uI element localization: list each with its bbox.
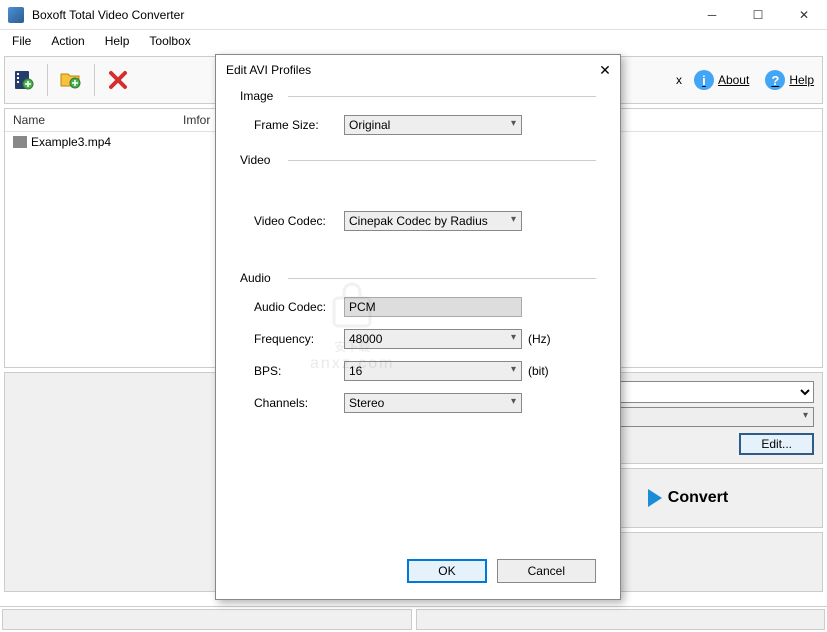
- help-button[interactable]: ? Help: [761, 68, 818, 92]
- channels-select[interactable]: Stereo: [344, 393, 522, 413]
- folder-add-icon: [59, 68, 83, 92]
- delete-x-icon: [107, 69, 129, 91]
- menu-action[interactable]: Action: [43, 32, 92, 50]
- about-button[interactable]: i About: [690, 68, 753, 92]
- status-cell: [416, 609, 826, 630]
- toolbar-separator: [47, 64, 48, 96]
- help-icon: ?: [765, 70, 785, 90]
- bit-unit: (bit): [528, 364, 549, 378]
- frequency-select[interactable]: 48000: [344, 329, 522, 349]
- add-file-button[interactable]: [9, 65, 39, 95]
- section-audio: Audio: [240, 271, 596, 285]
- window-title: Boxoft Total Video Converter: [32, 8, 184, 22]
- column-info[interactable]: Imfor: [175, 109, 219, 131]
- column-name[interactable]: Name: [5, 109, 175, 131]
- film-add-icon: [12, 68, 36, 92]
- menubar: File Action Help Toolbox: [0, 30, 827, 52]
- info-icon: i: [694, 70, 714, 90]
- frequency-label: Frequency:: [254, 332, 344, 346]
- status-cell: [2, 609, 412, 630]
- file-name: Example3.mp4: [31, 135, 111, 149]
- audio-codec-label: Audio Codec:: [254, 300, 344, 314]
- channels-label: Channels:: [254, 396, 344, 410]
- delete-button[interactable]: [103, 65, 133, 95]
- convert-label: Convert: [668, 489, 728, 507]
- app-icon: [8, 7, 24, 23]
- ok-button[interactable]: OK: [407, 559, 486, 583]
- edit-profile-button[interactable]: Edit...: [739, 433, 814, 455]
- video-file-icon: [13, 136, 27, 148]
- menu-help[interactable]: Help: [97, 32, 138, 50]
- edit-profile-dialog: Edit AVI Profiles ✕ Image Frame Size: Or…: [215, 54, 621, 600]
- close-button[interactable]: ✕: [781, 0, 827, 30]
- play-icon: [648, 489, 662, 507]
- bps-label: BPS:: [254, 364, 344, 378]
- section-image: Image: [240, 89, 596, 103]
- dialog-close-button[interactable]: ✕: [596, 61, 614, 79]
- hz-unit: (Hz): [528, 332, 551, 346]
- titlebar: Boxoft Total Video Converter ─ ☐ ✕: [0, 0, 827, 30]
- frame-size-select[interactable]: Original: [344, 115, 522, 135]
- frame-size-label: Frame Size:: [254, 118, 344, 132]
- help-label: Help: [789, 73, 814, 87]
- bps-select[interactable]: 16: [344, 361, 522, 381]
- cancel-button[interactable]: Cancel: [497, 559, 596, 583]
- dialog-title: Edit AVI Profiles: [226, 63, 311, 77]
- section-video: Video: [240, 153, 596, 167]
- video-codec-select[interactable]: Cinepak Codec by Radius: [344, 211, 522, 231]
- about-label: About: [718, 73, 749, 87]
- toolbar-separator: [94, 64, 95, 96]
- video-codec-label: Video Codec:: [254, 214, 344, 228]
- add-folder-button[interactable]: [56, 65, 86, 95]
- menu-toolbox[interactable]: Toolbox: [141, 32, 198, 50]
- menu-file[interactable]: File: [4, 32, 39, 50]
- minimize-button[interactable]: ─: [689, 0, 735, 30]
- toolbar-truncated-text: x: [676, 73, 682, 87]
- audio-codec-field: PCM: [344, 297, 522, 317]
- maximize-button[interactable]: ☐: [735, 0, 781, 30]
- statusbar: [0, 606, 827, 632]
